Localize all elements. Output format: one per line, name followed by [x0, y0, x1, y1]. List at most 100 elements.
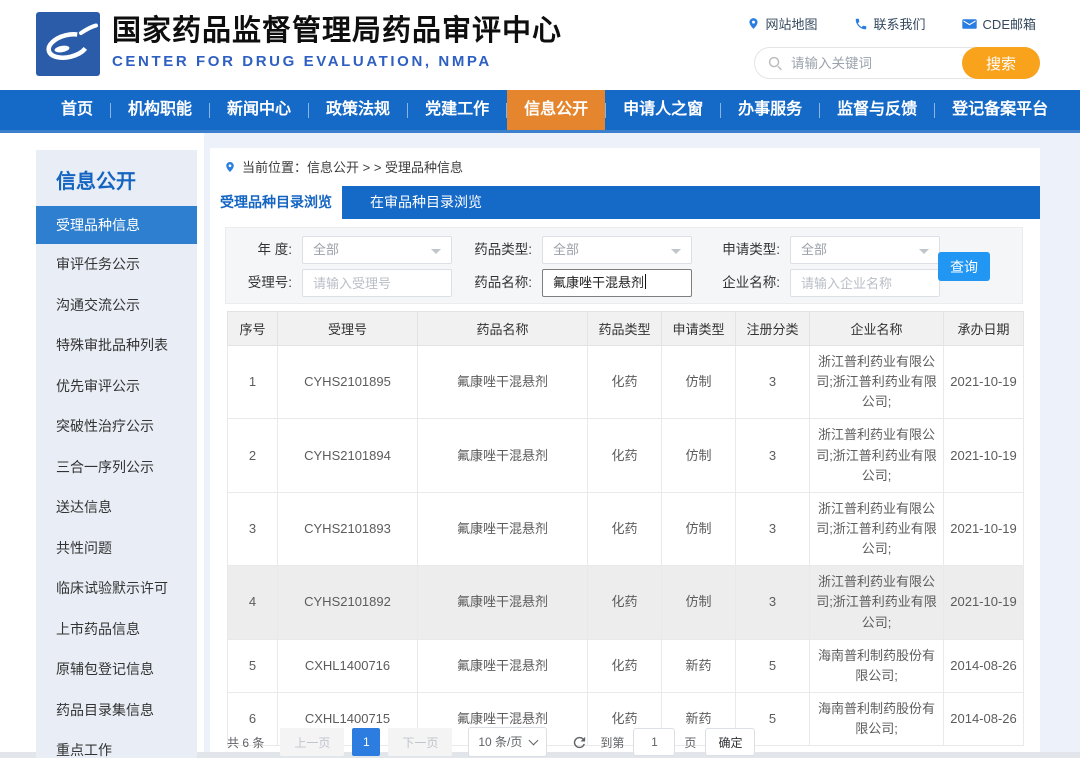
nav-item-3[interactable]: 新闻中心	[210, 90, 308, 130]
table-row-3[interactable]: 3 CYHS2101893 氟康唑干混悬剂 化药 仿制 3 浙江普利药业有限公司;浙江普利药…	[227, 491, 1024, 567]
sidebar-item-4[interactable]: 特殊审批品种列表	[36, 325, 197, 366]
sidebar-item-1[interactable]: 受理品种信息	[36, 206, 197, 244]
sidebar-item-11[interactable]: 上市药品信息	[36, 609, 197, 650]
nav-item-2[interactable]: 机构职能	[111, 90, 209, 130]
sidebar-item-13[interactable]: 药品目录集信息	[36, 690, 197, 731]
drug-name-input[interactable]: 氟康唑干混悬剂	[542, 269, 692, 297]
search-icon	[768, 56, 782, 71]
drug-name-label: 药品名称:	[474, 275, 532, 290]
sidebar-title: 信息公开	[56, 171, 136, 193]
table-cell: 仿制	[661, 344, 736, 420]
nav-item-1[interactable]: 首页	[44, 90, 110, 130]
table-cell: CYHS2101892	[277, 565, 418, 640]
company-input[interactable]	[790, 269, 940, 297]
sidebar-item-2[interactable]: 审评任务公示	[36, 244, 197, 285]
table-cell: 化药	[587, 491, 662, 567]
table-cell: 仿制	[661, 565, 736, 640]
query-button[interactable]: 查询	[938, 252, 990, 281]
location-pin-icon	[748, 18, 758, 29]
table-cell: 新药	[661, 638, 736, 693]
next-page-button[interactable]: 下一页	[388, 728, 453, 756]
nav-item-7[interactable]: 申请人之窗	[606, 90, 720, 130]
total-count: 共 6 条	[227, 735, 265, 750]
quick-links: 网站地图 联系我们 CDE邮箱	[747, 14, 1036, 33]
table-cell: 2021-10-19	[943, 344, 1024, 420]
prev-page-button[interactable]: 上一页	[280, 728, 345, 756]
goto-page-input[interactable]	[633, 728, 676, 756]
nav-item-6[interactable]: 信息公开	[507, 90, 606, 130]
site-subtitle: CENTER FOR DRUG EVALUATION, NMPA	[112, 53, 492, 70]
sidebar-item-6[interactable]: 突破性治疗公示	[36, 406, 197, 447]
table-cell: 5	[735, 638, 810, 693]
sidebar-item-7[interactable]: 三合一序列公示	[36, 447, 197, 488]
drug-type-label: 药品类型:	[474, 242, 532, 257]
column-header: 注册分类	[735, 311, 810, 346]
contact-link-label: 联系我们	[873, 17, 926, 32]
nav-item-5[interactable]: 党建工作	[408, 90, 506, 130]
acceptance-no-input[interactable]	[302, 269, 452, 297]
current-page-button[interactable]: 1	[352, 728, 381, 756]
table-cell: 化药	[587, 565, 662, 640]
page: 国家药品监督管理局药品审评中心 CENTER FOR DRUG EVALUATI…	[0, 0, 1080, 758]
nav-item-10[interactable]: 登记备案平台	[935, 90, 1065, 130]
table-row-4[interactable]: 4 CYHS2101892 氟康唑干混悬剂 化药 仿制 3 浙江普利药业有限公司;浙江普利药…	[227, 565, 1024, 640]
nav-item-8[interactable]: 办事服务	[721, 90, 819, 130]
nav-item-4[interactable]: 政策法规	[309, 90, 407, 130]
goto-label: 到第	[600, 735, 625, 750]
table-cell: 浙江普利药业有限公司;浙江普利药业有限公司;	[809, 565, 944, 640]
table-cell: 5	[227, 638, 278, 693]
table-row-5[interactable]: 5 CXHL1400716 氟康唑干混悬剂 化药 新药 5 海南普利制药股份有限公司; 201…	[227, 638, 1024, 693]
sidebar-item-8[interactable]: 送达信息	[36, 487, 197, 528]
apply-type-select[interactable]: 全部	[790, 236, 940, 264]
table-cell: 3	[735, 418, 810, 493]
sidebar-item-12[interactable]: 原辅包登记信息	[36, 649, 197, 690]
drug-type-select[interactable]: 全部	[542, 236, 692, 264]
table-row-1[interactable]: 1 CYHS2101895 氟康唑干混悬剂 化药 仿制 3 浙江普利药业有限公司;浙江普利药…	[227, 344, 1024, 420]
column-header: 药品名称	[417, 311, 588, 346]
year-select[interactable]: 全部	[302, 236, 452, 264]
refresh-icon[interactable]	[571, 734, 588, 751]
table-cell: CYHS2101894	[277, 418, 418, 493]
sidebar-item-3[interactable]: 沟通交流公示	[36, 285, 197, 326]
table-cell: 2021-10-19	[943, 565, 1024, 640]
site-search-bar: 搜索	[754, 47, 1040, 79]
column-header: 药品类型	[587, 311, 662, 346]
table-cell: 3	[227, 491, 278, 567]
cde-logo[interactable]	[36, 12, 100, 76]
results-table: 序号 受理号 药品名称 药品类型 申请类型 注册分类 企业名称 承办日期 1 CYHS21018…	[227, 311, 1024, 747]
tab-under-review-catalog[interactable]: 在审品种目录浏览	[342, 186, 510, 219]
sidebar-item-10[interactable]: 临床试验默示许可	[36, 568, 197, 609]
table-cell: CYHS2101893	[277, 491, 418, 567]
sidebar-item-9[interactable]: 共性问题	[36, 528, 197, 569]
sidebar-item-5[interactable]: 优先审评公示	[36, 366, 197, 407]
table-row-2[interactable]: 2 CYHS2101894 氟康唑干混悬剂 化药 仿制 3 浙江普利药业有限公司;浙江普利药…	[227, 418, 1024, 493]
page-size-select[interactable]: 10 条/页	[468, 727, 548, 757]
sitemap-link[interactable]: 网站地图	[747, 14, 818, 33]
sidebar-menu: 受理品种信息 审评任务公示 沟通交流公示 特殊审批品种列表 优先审评公示 突破性治疗公示三…	[36, 206, 197, 758]
apply-type-label: 申请类型:	[722, 242, 780, 257]
search-button[interactable]: 搜索	[962, 47, 1040, 79]
nav-item-9[interactable]: 监督与反馈	[820, 90, 934, 130]
table-cell: 海南普利制药股份有限公司;	[809, 638, 944, 693]
sidebar-item-14[interactable]: 重点工作	[36, 730, 197, 758]
confirm-button[interactable]: 确定	[705, 728, 756, 756]
table-body: 1 CYHS2101895 氟康唑干混悬剂 化药 仿制 3 浙江普利药业有限公司;浙江普利药…	[227, 344, 1024, 747]
contact-link[interactable]: 联系我们	[854, 14, 926, 33]
column-header: 受理号	[277, 311, 418, 346]
table-header: 序号 受理号 药品名称 药品类型 申请类型 注册分类 企业名称 承办日期	[227, 311, 1024, 346]
keyword-search-input[interactable]	[791, 48, 951, 78]
table-cell: 氟康唑干混悬剂	[417, 638, 588, 693]
table-cell: CYHS2101895	[277, 344, 418, 420]
tab-bar: 受理品种目录浏览 在审品种目录浏览	[210, 186, 1040, 219]
table-cell: 氟康唑干混悬剂	[417, 565, 588, 640]
table-cell: 2021-10-19	[943, 491, 1024, 567]
mail-icon	[961, 18, 977, 29]
table-cell: 3	[735, 344, 810, 420]
table-cell: 仿制	[661, 491, 736, 567]
year-label: 年 度:	[257, 242, 292, 257]
cde-mail-link[interactable]: CDE邮箱	[961, 14, 1036, 33]
table-cell: 化药	[587, 418, 662, 493]
tab-accepted-catalog[interactable]: 受理品种目录浏览	[210, 186, 342, 219]
cde-mail-link-label: CDE邮箱	[982, 17, 1036, 32]
filter-panel: 年 度: 全部 药品类型: 全部 申请类型: 全部 受理号: 药品名称: 氟康唑…	[225, 227, 1023, 304]
